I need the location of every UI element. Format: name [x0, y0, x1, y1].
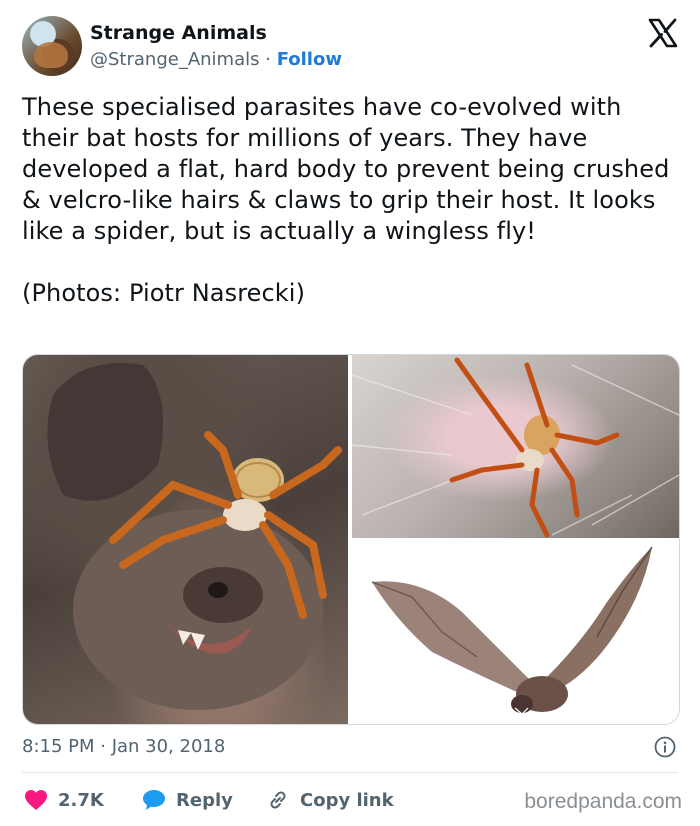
handle[interactable]: @Strange_Animals	[90, 49, 260, 70]
photo-bat-fly-on-bat[interactable]	[23, 355, 348, 724]
copy-link-label: Copy link	[300, 789, 394, 811]
like-button[interactable]: 2.7K	[24, 786, 104, 814]
photo-credit: (Photos: Piotr Nasrecki)	[22, 279, 306, 307]
divider	[22, 772, 678, 773]
display-name[interactable]: Strange Animals	[90, 22, 267, 44]
info-icon[interactable]	[654, 736, 676, 758]
handle-row: @Strange_Animals · Follow	[90, 49, 342, 70]
separator: ·	[265, 49, 271, 70]
tweet-text: These specialised parasites have co-evol…	[22, 92, 682, 309]
link-icon	[270, 791, 286, 809]
like-count: 2.7K	[58, 789, 104, 811]
x-logo-icon[interactable]	[648, 18, 678, 48]
reply-label: Reply	[176, 789, 233, 811]
timestamp[interactable]: 8:15 PM · Jan 30, 2018	[22, 736, 225, 757]
action-bar: 2.7K Reply Copy link	[22, 786, 442, 814]
photo-bat-fly-in-fur[interactable]	[352, 355, 679, 538]
media-grid[interactable]	[22, 354, 680, 725]
speech-bubble-icon	[143, 790, 165, 810]
tweet-paragraph: These specialised parasites have co-evol…	[22, 93, 670, 245]
photo-flying-bat[interactable]	[352, 542, 679, 724]
avatar[interactable]	[22, 16, 82, 76]
copy-link-button[interactable]: Copy link	[266, 786, 394, 814]
follow-button[interactable]: Follow	[277, 49, 342, 70]
heart-icon	[25, 790, 47, 810]
reply-button[interactable]: Reply	[142, 786, 233, 814]
tweet-header: Strange Animals @Strange_Animals · Follo…	[22, 16, 678, 80]
watermark: boredpanda.com	[524, 790, 682, 813]
